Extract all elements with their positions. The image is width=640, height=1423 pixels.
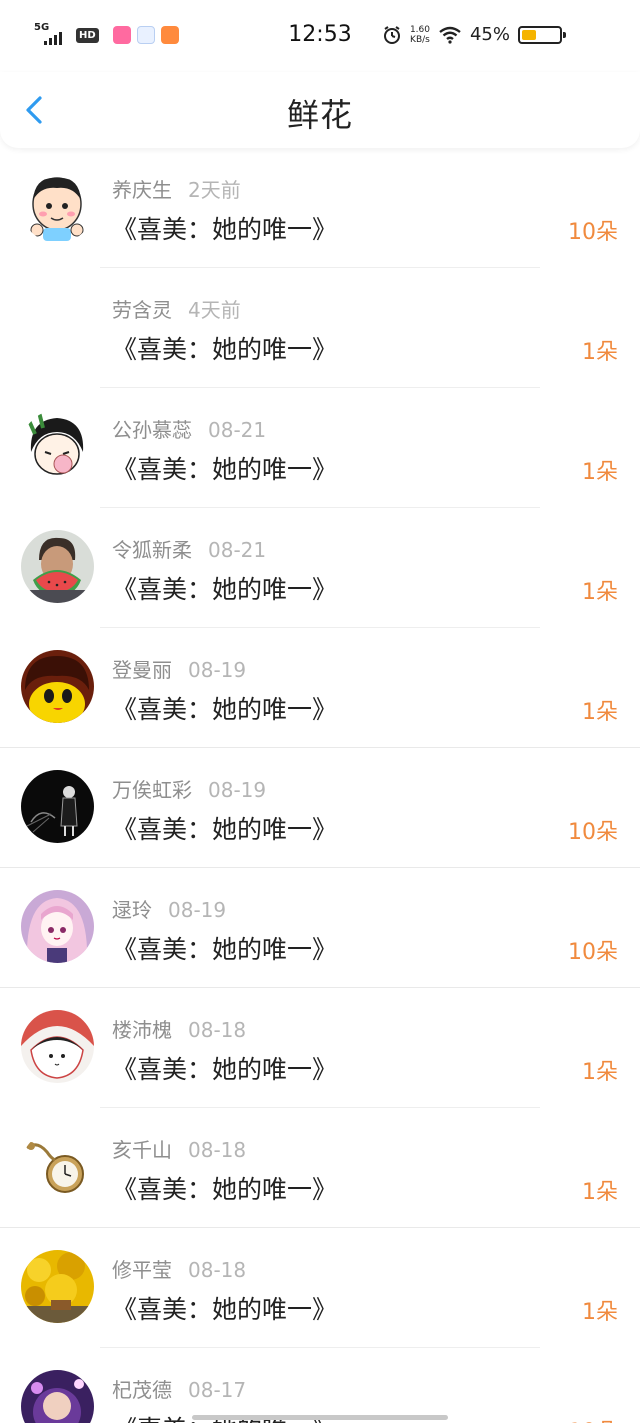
list-item[interactable]: 登曼丽 08-19 《喜美：她的唯一》 1朵: [0, 628, 640, 748]
list-item[interactable]: 劳含灵 4天前 《喜美：她的唯一》 1朵: [0, 268, 640, 388]
flower-count: 1朵: [582, 340, 618, 365]
sender-name: 养庆生: [112, 178, 172, 202]
sender-name: 亥千山: [112, 1138, 172, 1162]
sender-name: 公孙慕蕊: [112, 418, 192, 442]
timestamp: 4天前: [188, 298, 241, 322]
status-right: 1.60 KB/s 45%: [382, 24, 566, 45]
flower-count: 1朵: [582, 1300, 618, 1325]
sender-line: 修平莹 08-18: [112, 1254, 246, 1283]
flower-count: 10朵: [568, 1414, 618, 1423]
sender-name: 令狐新柔: [112, 538, 192, 562]
timestamp: 08-17: [188, 1378, 247, 1402]
avatar: [21, 410, 94, 483]
nav-bar: 鲜花: [0, 72, 640, 148]
flower-count: 1朵: [582, 460, 618, 485]
list-item[interactable]: 逯玲 08-19 《喜美：她的唯一》 10朵: [0, 868, 640, 988]
battery-percent: 45%: [469, 24, 510, 45]
screen: 5G HD 12:53 1.60 KB/s 45% 鲜花 养庆生 2天前 《喜美…: [0, 0, 640, 1423]
flower-count: 1朵: [582, 1180, 618, 1205]
list-item[interactable]: 公孙慕蕊 08-21 《喜美：她的唯一》 1朵: [0, 388, 640, 508]
flower-count: 1朵: [582, 700, 618, 725]
book-title: 《喜美：她的唯一》: [112, 215, 338, 244]
sender-line: 楼沛槐 08-18: [112, 1014, 246, 1043]
flower-count: 1朵: [582, 1060, 618, 1085]
book-title: 《喜美：她的唯一》: [112, 335, 338, 364]
book-title: 《喜美：她的唯一》: [112, 1175, 338, 1204]
sender-line: 杞茂德 08-17: [112, 1374, 246, 1403]
sender-line: 登曼丽 08-19: [112, 654, 246, 683]
book-title: 《喜美：她的唯一》: [112, 575, 338, 604]
avatar: [21, 290, 94, 363]
avatar: [21, 1250, 94, 1323]
sender-name: 登曼丽: [112, 658, 172, 682]
avatar: [21, 1370, 94, 1423]
book-title: 《喜美：她的唯一》: [112, 1295, 338, 1324]
timestamp: 2天前: [188, 178, 241, 202]
sender-name: 万俟虹彩: [112, 778, 192, 802]
list-item[interactable]: 修平莹 08-18 《喜美：她的唯一》 1朵: [0, 1228, 640, 1348]
sender-line: 逯玲 08-19: [112, 894, 226, 923]
flower-count: 10朵: [568, 820, 618, 845]
book-title: 《喜美：她的唯一》: [112, 1055, 338, 1084]
timestamp: 08-19: [208, 778, 267, 802]
list-item[interactable]: 楼沛槐 08-18 《喜美：她的唯一》 1朵: [0, 988, 640, 1108]
timestamp: 08-18: [188, 1138, 247, 1162]
battery-fill: [522, 29, 536, 40]
sender-line: 公孙慕蕊 08-21: [112, 414, 266, 443]
list-item[interactable]: 令狐新柔 08-21 《喜美：她的唯一》 1朵: [0, 508, 640, 628]
flower-count: 10朵: [568, 220, 618, 245]
list-item[interactable]: 万俟虹彩 08-19 《喜美：她的唯一》 10朵: [0, 748, 640, 868]
avatar: [21, 650, 94, 723]
list-item[interactable]: 杞茂德08-17 《喜美：她的唯一》 10朵: [0, 1348, 640, 1423]
avatar: [21, 1130, 94, 1203]
avatar: [21, 1010, 94, 1083]
timestamp: 08-18: [188, 1258, 247, 1282]
avatar: [21, 170, 94, 243]
timestamp: 08-19: [168, 898, 227, 922]
timestamp: 08-21: [208, 538, 267, 562]
flower-count: 10朵: [568, 940, 618, 965]
flower-count: 1朵: [582, 580, 618, 605]
sender-line: 劳含灵 4天前: [112, 294, 241, 323]
list-item[interactable]: 亥千山 08-18 《喜美：她的唯一》 1朵: [0, 1108, 640, 1228]
status-bar: 5G HD 12:53 1.60 KB/s 45%: [0, 0, 640, 72]
timestamp: 08-21: [208, 418, 267, 442]
sender-line: 万俟虹彩 08-19: [112, 774, 266, 803]
sender-name: 劳含灵: [112, 298, 172, 322]
avatar: [21, 530, 94, 603]
wifi-icon: [439, 26, 461, 44]
sender-name: 修平莹: [112, 1258, 172, 1282]
timestamp: 08-19: [188, 658, 247, 682]
sender-name: 逯玲: [112, 898, 152, 922]
book-title: 《喜美：她的唯一》: [112, 455, 338, 484]
list-item[interactable]: 养庆生 2天前 《喜美：她的唯一》 10朵: [0, 148, 640, 268]
sender-name: 杞茂德: [112, 1378, 172, 1402]
flower-list: 养庆生 2天前 《喜美：她的唯一》 10朵 劳含灵 4天前 《喜美：她的唯一》 1朵: [0, 148, 640, 1423]
home-indicator[interactable]: [192, 1415, 448, 1420]
network-speed: 1.60 KB/s: [409, 24, 430, 45]
alarm-icon: [383, 25, 400, 44]
page-title: 鲜花: [286, 96, 353, 134]
sender-line: 亥千山 08-18: [112, 1134, 246, 1163]
timestamp: 08-18: [188, 1018, 247, 1042]
sender-line: 养庆生 2天前: [112, 174, 241, 203]
book-title: 《喜美：她的唯一》: [112, 935, 338, 964]
sender-name: 楼沛槐: [112, 1018, 172, 1042]
avatar: [21, 890, 94, 963]
book-title: 《喜美：她的唯一》: [112, 695, 338, 724]
avatar: [21, 770, 94, 843]
sender-line: 令狐新柔 08-21: [112, 534, 266, 563]
book-title: 《喜美：她的唯一》: [112, 815, 338, 844]
battery-icon: [518, 25, 566, 44]
